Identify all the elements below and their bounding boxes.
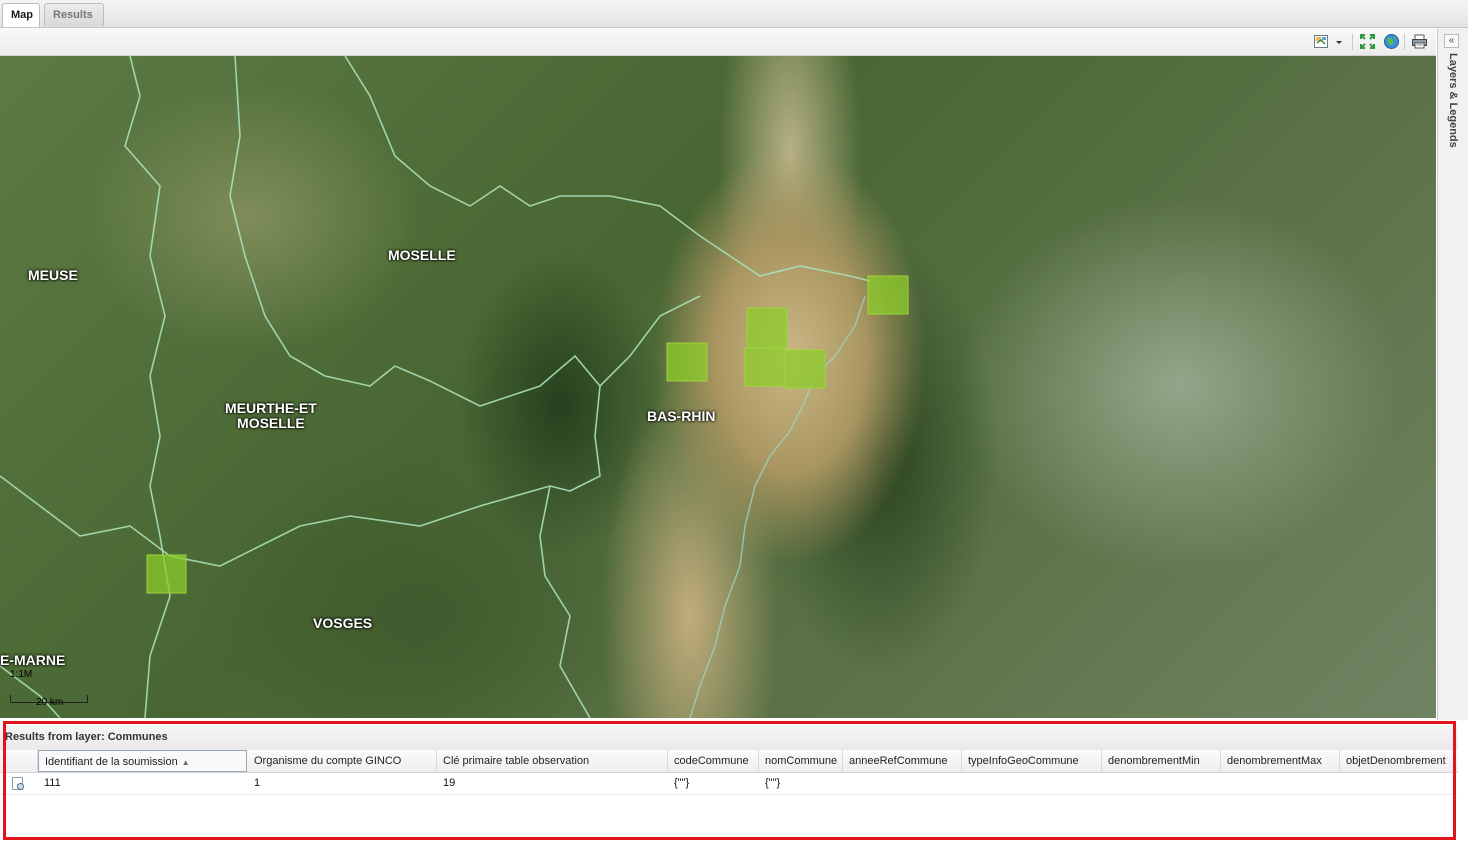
results-grid-header: Identifiant de la soumission ▲ Organisme … <box>0 750 1458 773</box>
column-header-organisme[interactable]: Organisme du compte GINCO <box>248 750 437 772</box>
column-header-denombrementmin[interactable]: denombrementMin <box>1102 750 1221 772</box>
table-row[interactable]: 111 1 19 {""} {""} <box>0 773 1458 795</box>
globe-icon[interactable] <box>1383 33 1400 50</box>
scale-ratio: 1:1M <box>10 669 33 680</box>
column-header-denombrementmax[interactable]: denombrementMax <box>1221 750 1340 772</box>
label-haute-marne: E-MARNE <box>0 652 66 668</box>
panel-title[interactable]: Layers & Legends <box>1447 53 1459 148</box>
tab-bar: Map Results <box>0 0 1468 28</box>
layers-legends-panel: « Layers & Legends <box>1437 28 1468 720</box>
label-moselle: MOSELLE <box>388 247 456 263</box>
legend-icon[interactable] <box>1313 33 1330 50</box>
label-vosges: VOSGES <box>313 615 373 631</box>
zoom-to-feature-icon[interactable] <box>12 777 24 790</box>
cell-codecommune: {""} <box>674 777 690 789</box>
label-meuse: MEUSE <box>28 267 78 283</box>
splitter-handle-icon[interactable]: ◂ <box>1432 368 1436 382</box>
map-overlay <box>0 56 909 718</box>
map-canvas[interactable]: MEUSE MOSELLE MEURTHE-ET MOSELLE BAS-RHI… <box>0 56 1436 718</box>
results-title: Results from layer: Communes <box>5 731 168 743</box>
zoom-extent-icon[interactable] <box>1359 33 1376 50</box>
scale-label: 20 km <box>36 697 64 708</box>
column-header-nomcommune[interactable]: nomCommune <box>759 750 843 772</box>
column-header-anneerefcommune[interactable]: anneeRefCommune <box>843 750 962 772</box>
sort-ascending-icon: ▲ <box>181 758 190 767</box>
toolbar-separator <box>1404 34 1405 50</box>
collapse-panel-button[interactable]: « <box>1444 34 1459 48</box>
column-header-identifiant[interactable]: Identifiant de la soumission ▲ <box>38 750 247 772</box>
department-boundaries <box>0 56 871 718</box>
column-header-typeinfogeocommune[interactable]: typeInfoGeoCommune <box>962 750 1102 772</box>
label-bas-rhin: BAS-RHIN <box>647 408 716 424</box>
results-header: Results from layer: Communes <box>0 726 1458 751</box>
cell-nomcommune: {""} <box>765 777 781 789</box>
map-toolbar <box>0 28 1436 56</box>
cell-cle-primaire: 19 <box>443 777 456 789</box>
label-meurthe-et-moselle: MEURTHE-ET MOSELLE <box>225 400 317 431</box>
tab-map[interactable]: Map <box>2 3 40 27</box>
dropdown-arrow-icon[interactable] <box>1334 33 1344 50</box>
cell-identifiant: 111 <box>44 777 61 789</box>
column-header-icon <box>0 750 38 772</box>
toolbar-separator <box>1352 34 1353 50</box>
tab-results[interactable]: Results <box>44 3 104 26</box>
cell-organisme: 1 <box>254 777 261 789</box>
print-icon[interactable] <box>1411 33 1428 50</box>
results-panel: Results from layer: Communes Identifiant… <box>0 720 1468 845</box>
column-header-codecommune[interactable]: codeCommune <box>668 750 759 772</box>
column-header-cle-primaire[interactable]: Clé primaire table observation <box>437 750 668 772</box>
column-header-objetdenombrement[interactable]: objetDenombrement <box>1340 750 1458 772</box>
